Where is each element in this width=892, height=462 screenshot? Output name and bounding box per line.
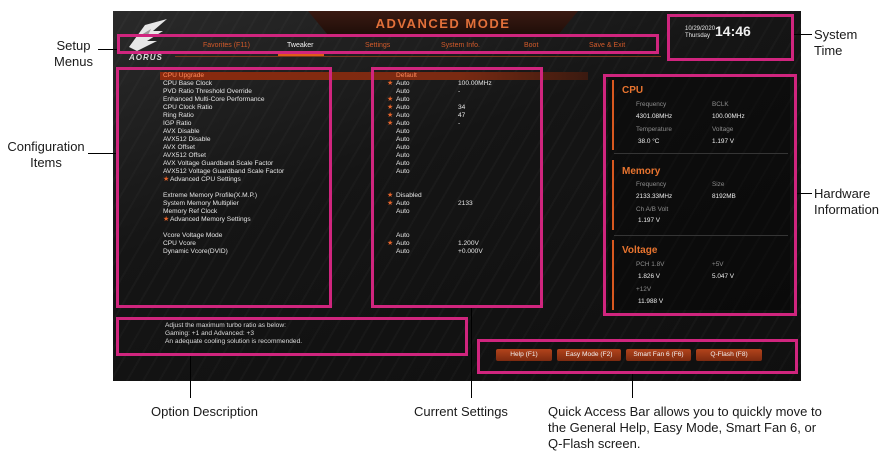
- configuration-items-annotation: Configuration Items: [4, 139, 88, 171]
- current-settings-annotation: Current Settings: [414, 404, 508, 419]
- current-settings-leader: [471, 308, 472, 398]
- option-description-leader: [190, 356, 191, 398]
- brand-text: AORUS: [129, 53, 163, 62]
- setup-menus-annotation: Setup Menus: [54, 38, 93, 70]
- system-time-leader: [794, 34, 812, 35]
- hardware-information-callout-box: [603, 74, 797, 316]
- hardware-information-leader: [797, 193, 812, 194]
- hardware-information-annotation: Hardware Information: [814, 186, 879, 218]
- quick-access-annotation: Quick Access Bar allows you to quickly m…: [548, 404, 822, 452]
- mode-title: ADVANCED MODE: [375, 16, 511, 31]
- annotation-line: Setup: [56, 38, 91, 53]
- current-settings-callout-box: [371, 67, 543, 308]
- annotation-line: System: [814, 27, 858, 42]
- configuration-items-callout-box: [116, 67, 332, 308]
- annotation-line: Information: [814, 202, 880, 217]
- annotation-line: Hardware: [814, 186, 871, 201]
- annotation-line: Time: [814, 43, 843, 58]
- annotation-line: the General Help, Easy Mode, Smart Fan 6…: [548, 420, 817, 435]
- configuration-items-leader: [88, 153, 116, 154]
- system-time-callout-box: [667, 14, 794, 61]
- annotation-line: Items: [30, 155, 62, 170]
- annotation-line: Q-Flash screen.: [548, 436, 641, 451]
- option-description-callout-box: [116, 317, 468, 356]
- quick-access-leader: [632, 374, 633, 398]
- quick-access-callout-box: [477, 339, 798, 374]
- system-time-annotation: System Time: [814, 27, 857, 59]
- setup-menus-leader: [98, 49, 117, 50]
- annotation-line: Quick Access Bar allows you to quickly m…: [548, 404, 822, 419]
- annotation-line: Menus: [54, 54, 94, 69]
- active-tab-indicator: [278, 54, 324, 56]
- setup-menus-callout-box: [117, 34, 659, 54]
- option-description-annotation: Option Description: [151, 404, 258, 419]
- annotation-line: Configuration: [7, 139, 85, 154]
